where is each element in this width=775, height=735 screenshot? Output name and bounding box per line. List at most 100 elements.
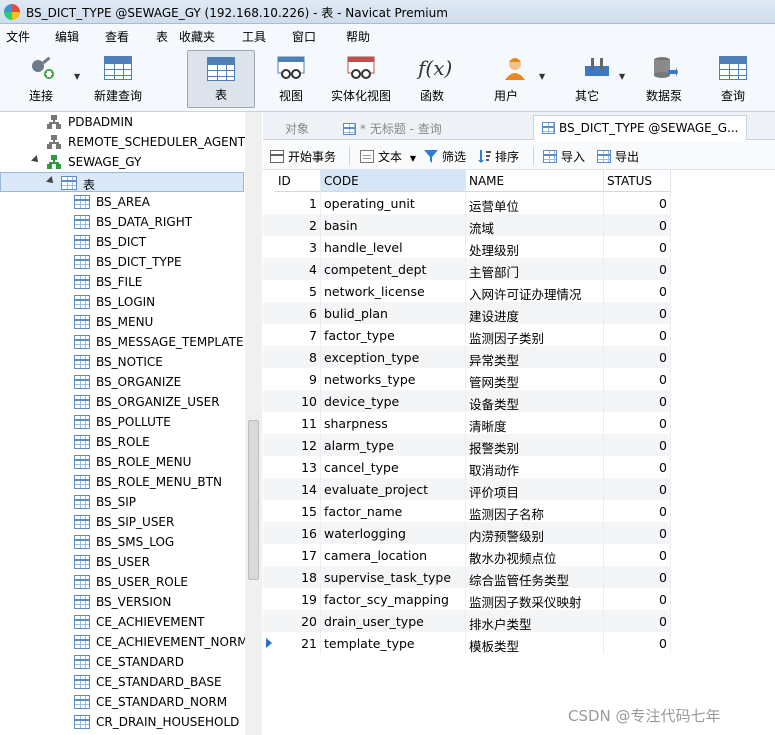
cell-status[interactable]: 0 — [604, 588, 671, 610]
tree-item-bs-dict[interactable]: BS_DICT — [0, 232, 244, 252]
cell-status[interactable]: 0 — [604, 566, 671, 588]
cell-code[interactable]: exception_type — [321, 346, 466, 368]
begin-transaction-button[interactable]: 开始事务 — [270, 148, 336, 165]
cell-code[interactable]: sharpness — [321, 412, 466, 434]
new-query-button[interactable]: 新建查询 — [88, 50, 148, 108]
cell-id[interactable]: 6 — [275, 302, 321, 324]
user-button[interactable]: 用户 ▼ — [485, 50, 545, 108]
cell-status[interactable]: 0 — [604, 258, 671, 280]
cell-name[interactable]: 运营单位 — [466, 192, 604, 214]
cell-status[interactable]: 0 — [604, 236, 671, 258]
cell-id[interactable]: 10 — [275, 390, 321, 412]
cell-code[interactable]: camera_location — [321, 544, 466, 566]
cell-status[interactable]: 0 — [604, 280, 671, 302]
cell-name[interactable]: 管网类型 — [466, 368, 604, 390]
cell-code[interactable]: operating_unit — [321, 192, 466, 214]
cell-name[interactable]: 综合监管任务类型 — [466, 566, 604, 588]
sort-button[interactable]: 排序 — [477, 148, 519, 165]
cell-name[interactable]: 处理级别 — [466, 236, 604, 258]
column-header-status[interactable]: STATUS — [604, 170, 671, 192]
tree-item-bs-login[interactable]: BS_LOGIN — [0, 292, 244, 312]
cell-code[interactable]: bulid_plan — [321, 302, 466, 324]
tree-item-bs-file[interactable]: BS_FILE — [0, 272, 244, 292]
expand-arrow-icon[interactable] — [46, 176, 56, 186]
cell-id[interactable]: 9 — [275, 368, 321, 390]
tree-item-bs-sip[interactable]: BS_SIP — [0, 492, 244, 512]
menu-help[interactable]: 帮助 — [346, 28, 370, 45]
table-row[interactable]: 3 handle_level 处理级别 0 — [263, 236, 671, 258]
materialized-view-button[interactable]: 实体化视图 — [328, 50, 394, 108]
tree-item-pdbadmin[interactable]: PDBADMIN — [0, 112, 244, 132]
cell-name[interactable]: 入网许可证办理情况 — [466, 280, 604, 302]
tree-item-ce-achievement-norm[interactable]: CE_ACHIEVEMENT_NORM — [0, 632, 248, 652]
text-button[interactable]: 文本 ▼ — [360, 148, 416, 165]
table-row[interactable]: 15 factor_name 监测因子名称 0 — [263, 500, 671, 522]
menu-view[interactable]: 查看 — [105, 28, 129, 45]
function-button[interactable]: f(x) 函数 — [410, 50, 454, 108]
tree-item-ce-standard-base[interactable]: CE_STANDARD_BASE — [0, 672, 244, 692]
cell-status[interactable]: 0 — [604, 214, 671, 236]
tree-item-bs-version[interactable]: BS_VERSION — [0, 592, 244, 612]
cell-name[interactable]: 建设进度 — [466, 302, 604, 324]
cell-id[interactable]: 19 — [275, 588, 321, 610]
cell-code[interactable]: evaluate_project — [321, 478, 466, 500]
cell-name[interactable]: 排水户类型 — [466, 610, 604, 632]
tree-item-bs-sms-log[interactable]: BS_SMS_LOG — [0, 532, 244, 552]
cell-id[interactable]: 14 — [275, 478, 321, 500]
table-row[interactable]: 6 bulid_plan 建设进度 0 — [263, 302, 671, 324]
cell-code[interactable]: template_type — [321, 632, 466, 654]
tree-item-bs-message-template[interactable]: BS_MESSAGE_TEMPLATE — [0, 332, 244, 352]
cell-id[interactable]: 2 — [275, 214, 321, 236]
tree-item-sewage-gy[interactable]: SEWAGE_GY — [0, 152, 244, 172]
tab-untitled-query[interactable]: * 无标题 - 查询 — [335, 115, 450, 140]
tree-scrollbar[interactable] — [245, 112, 262, 735]
cell-name[interactable]: 散水办视频点位 — [466, 544, 604, 566]
import-button[interactable]: 导入 — [543, 148, 585, 165]
cell-code[interactable]: network_license — [321, 280, 466, 302]
tree-item-bs-role-menu-btn[interactable]: BS_ROLE_MENU_BTN — [0, 472, 244, 492]
cell-status[interactable]: 0 — [604, 500, 671, 522]
table-row[interactable]: 16 waterlogging 内涝预警级别 0 — [263, 522, 671, 544]
cell-status[interactable]: 0 — [604, 390, 671, 412]
cell-name[interactable]: 取消动作 — [466, 456, 604, 478]
cell-code[interactable]: factor_name — [321, 500, 466, 522]
cell-status[interactable]: 0 — [604, 544, 671, 566]
tree-item-bs-data-right[interactable]: BS_DATA_RIGHT — [0, 212, 244, 232]
table-row[interactable]: 19 factor_scy_mapping 监测因子数采仪映射 0 — [263, 588, 671, 610]
table-row[interactable]: 4 competent_dept 主管部门 0 — [263, 258, 671, 280]
cell-status[interactable]: 0 — [604, 632, 671, 654]
table-row[interactable]: 7 factor_type 监测因子类别 0 — [263, 324, 671, 346]
tree-item-tables[interactable]: 表 — [0, 172, 244, 192]
menu-favorites[interactable]: 收藏夹 — [179, 28, 215, 45]
cell-name[interactable]: 流域 — [466, 214, 604, 236]
tree-item-ce-standard[interactable]: CE_STANDARD — [0, 652, 244, 672]
cell-status[interactable]: 0 — [604, 434, 671, 456]
cell-name[interactable]: 监测因子类别 — [466, 324, 604, 346]
table-row[interactable]: 20 drain_user_type 排水户类型 0 — [263, 610, 671, 632]
cell-status[interactable]: 0 — [604, 368, 671, 390]
cell-status[interactable]: 0 — [604, 192, 671, 214]
cell-code[interactable]: basin — [321, 214, 466, 236]
cell-id[interactable]: 8 — [275, 346, 321, 368]
cell-code[interactable]: factor_type — [321, 324, 466, 346]
cell-id[interactable]: 5 — [275, 280, 321, 302]
table-row[interactable]: 21 template_type 模板类型 0 — [263, 632, 671, 654]
tree-item-bs-sip-user[interactable]: BS_SIP_USER — [0, 512, 244, 532]
table-row[interactable]: 1 operating_unit 运营单位 0 — [263, 192, 671, 214]
tree-item-remote-scheduler-agent[interactable]: REMOTE_SCHEDULER_AGENT — [0, 132, 245, 152]
tab-bs-dict-type[interactable]: BS_DICT_TYPE @SEWAGE_G... — [533, 115, 748, 140]
cell-code[interactable]: drain_user_type — [321, 610, 466, 632]
tree-item-bs-area[interactable]: BS_AREA — [0, 192, 244, 212]
cell-id[interactable]: 15 — [275, 500, 321, 522]
cell-code[interactable]: waterlogging — [321, 522, 466, 544]
cell-name[interactable]: 设备类型 — [466, 390, 604, 412]
chevron-down-icon[interactable]: ▼ — [619, 72, 625, 81]
tab-objects[interactable]: 对象 — [277, 115, 317, 140]
cell-code[interactable]: networks_type — [321, 368, 466, 390]
menu-window[interactable]: 窗口 — [292, 28, 316, 45]
cell-code[interactable]: factor_scy_mapping — [321, 588, 466, 610]
column-header-id[interactable]: ID — [275, 170, 321, 192]
cell-id[interactable]: 17 — [275, 544, 321, 566]
table-row[interactable]: 10 device_type 设备类型 0 — [263, 390, 671, 412]
column-header-name[interactable]: NAME — [466, 170, 604, 192]
